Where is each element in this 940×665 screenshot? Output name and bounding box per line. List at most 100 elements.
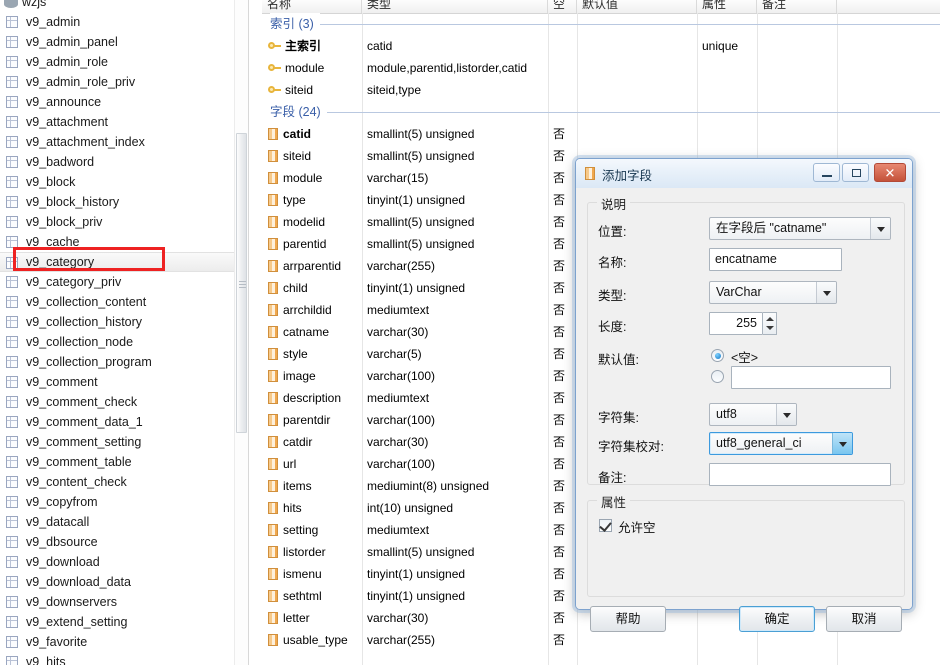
tree-item-v9_announce[interactable]: v9_announce	[0, 92, 249, 112]
cell-type: smallint(5) unsigned	[367, 123, 547, 145]
cell-name: modelid	[268, 211, 364, 233]
grid-row[interactable]: catidsmallint(5) unsigned否	[262, 123, 940, 145]
grid-row[interactable]: modulemodule,parentid,listorder,catid	[262, 57, 940, 79]
chevron-down-icon[interactable]	[870, 218, 890, 239]
grid-column-header[interactable]: 属性	[697, 0, 757, 13]
tree-item-v9_favorite[interactable]: v9_favorite	[0, 632, 249, 652]
cancel-button[interactable]: 取消	[826, 606, 902, 632]
grid-row[interactable]: siteidsiteid,type	[262, 79, 940, 101]
tree-item-v9_attachment[interactable]: v9_attachment	[0, 112, 249, 132]
tree-item-v9_admin_panel[interactable]: v9_admin_panel	[0, 32, 249, 52]
tree-item-v9_collection_program[interactable]: v9_collection_program	[0, 352, 249, 372]
tree-item-v9_admin_role[interactable]: v9_admin_role	[0, 52, 249, 72]
tree-item-v9_comment_setting[interactable]: v9_comment_setting	[0, 432, 249, 452]
length-label: 长度:	[598, 316, 626, 335]
close-button[interactable]: ✕	[874, 163, 906, 182]
tree-item-v9_collection_node[interactable]: v9_collection_node	[0, 332, 249, 352]
grid-column-header[interactable]: 备注	[757, 0, 837, 13]
field-name-input[interactable]: encatname	[709, 248, 842, 271]
grid-column-header[interactable]: 名称	[262, 0, 362, 13]
tree-item-v9_category[interactable]: v9_category	[0, 252, 249, 272]
charset-select[interactable]: utf8	[709, 403, 797, 426]
tree-item-label: v9_dbsource	[26, 535, 98, 549]
tree-item-v9_block_history[interactable]: v9_block_history	[0, 192, 249, 212]
grid-column-header[interactable]: 默认值	[577, 0, 697, 13]
tree-item-v9_attachment_index[interactable]: v9_attachment_index	[0, 132, 249, 152]
attributes-groupbox: 属性	[587, 500, 905, 597]
tree-item-v9_download_data[interactable]: v9_download_data	[0, 572, 249, 592]
grid-column-header[interactable]: 类型	[362, 0, 548, 13]
cell-null: 否	[553, 277, 573, 299]
tree-item-label: v9_admin_role	[26, 55, 108, 69]
tree-item-v9_extend_setting[interactable]: v9_extend_setting	[0, 612, 249, 632]
tree-item-v9_category_priv[interactable]: v9_category_priv	[0, 272, 249, 292]
cell-type: varchar(15)	[367, 167, 547, 189]
field-icon	[268, 326, 278, 338]
grid-header-row[interactable]: 名称类型空默认值属性备注	[262, 0, 940, 14]
cell-null: 否	[553, 431, 573, 453]
tree-item-v9_block[interactable]: v9_block	[0, 172, 249, 192]
tree-item-v9_comment_data_1[interactable]: v9_comment_data_1	[0, 412, 249, 432]
comment-input[interactable]	[709, 463, 891, 486]
tree-item-v9_block_priv[interactable]: v9_block_priv	[0, 212, 249, 232]
grid-row[interactable]: usable_typevarchar(255)否	[262, 629, 940, 651]
tree-item-label: v9_datacall	[26, 515, 89, 529]
tree-root-database[interactable]: wzjs	[0, 0, 46, 12]
tree-item-v9_admin_role_priv[interactable]: v9_admin_role_priv	[0, 72, 249, 92]
tree-item-v9_collection_history[interactable]: v9_collection_history	[0, 312, 249, 332]
cell-null: 否	[553, 365, 573, 387]
chevron-down-icon[interactable]	[776, 404, 796, 425]
tree-item-v9_comment[interactable]: v9_comment	[0, 372, 249, 392]
sidebar-scrollbar[interactable]	[234, 0, 248, 665]
help-button[interactable]: 帮助	[590, 606, 666, 632]
grid-row[interactable]: 主索引catidunique	[262, 35, 940, 57]
minimize-button[interactable]	[813, 163, 840, 182]
tree-item-v9_content_check[interactable]: v9_content_check	[0, 472, 249, 492]
cell-name: image	[268, 365, 364, 387]
ok-button[interactable]: 确定	[739, 606, 815, 632]
tree-item-v9_hits[interactable]: v9_hits	[0, 652, 249, 665]
cell-type: smallint(5) unsigned	[367, 233, 547, 255]
tree-item-v9_copyfrom[interactable]: v9_copyfrom	[0, 492, 249, 512]
dialog-titlebar[interactable]: 添加字段 ✕	[576, 159, 912, 189]
tree-item-v9_badword[interactable]: v9_badword	[0, 152, 249, 172]
length-stepper[interactable]	[763, 312, 777, 335]
attributes-groupbox-caption: 属性	[597, 492, 630, 511]
tree-item-v9_comment_table[interactable]: v9_comment_table	[0, 452, 249, 472]
database-tree-panel[interactable]: wzjsv9_adminv9_admin_panel v9_admin_rolev…	[0, 0, 249, 665]
tree-item-label: v9_badword	[26, 155, 94, 169]
chevron-down-icon[interactable]	[816, 282, 836, 303]
cell-type: smallint(5) unsigned	[367, 541, 547, 563]
tree-item-v9_collection_content[interactable]: v9_collection_content	[0, 292, 249, 312]
tree-item-v9_admin[interactable]: v9_admin	[0, 12, 249, 32]
tree-item-v9_dbsource[interactable]: v9_dbsource	[0, 532, 249, 552]
table-icon	[6, 236, 18, 248]
position-select[interactable]: 在字段后 "catname"	[709, 217, 891, 240]
field-type-select[interactable]: VarChar	[709, 281, 837, 304]
tree-item-label: v9_collection_content	[26, 295, 146, 309]
collation-select[interactable]: utf8_general_ci	[709, 432, 853, 455]
group-header-indexes[interactable]: 索引 (3)	[262, 13, 940, 35]
chevron-down-icon[interactable]	[832, 433, 852, 454]
tree-item-v9_datacall[interactable]: v9_datacall	[0, 512, 249, 532]
allow-null-checkbox[interactable]	[599, 519, 612, 532]
cell-null: 否	[553, 343, 573, 365]
add-field-dialog[interactable]: 添加字段 ✕ 说明 位置: 在字段后 "catname" 名称: encatna…	[575, 158, 913, 610]
restore-button[interactable]	[842, 163, 869, 182]
grid-column-header[interactable]: 空	[548, 0, 577, 13]
tree-item-v9_download[interactable]: v9_download	[0, 552, 249, 572]
default-null-radio[interactable]	[711, 349, 724, 362]
length-input[interactable]: 255	[709, 312, 763, 335]
cell-null: 否	[553, 563, 573, 585]
tree-item-label: v9_collection_program	[26, 355, 152, 369]
default-custom-radio[interactable]	[711, 370, 724, 383]
tree-item-v9_downservers[interactable]: v9_downservers	[0, 592, 249, 612]
tree-item-v9_cache[interactable]: v9_cache	[0, 232, 249, 252]
default-custom-input[interactable]	[731, 366, 891, 389]
sidebar-scrollbar-thumb[interactable]	[236, 133, 247, 433]
group-header-fields[interactable]: 字段 (24)	[262, 101, 940, 123]
tree-item-v9_comment_check[interactable]: v9_comment_check	[0, 392, 249, 412]
table-icon	[6, 516, 18, 528]
field-icon	[268, 194, 278, 206]
cell-type: varchar(30)	[367, 321, 547, 343]
